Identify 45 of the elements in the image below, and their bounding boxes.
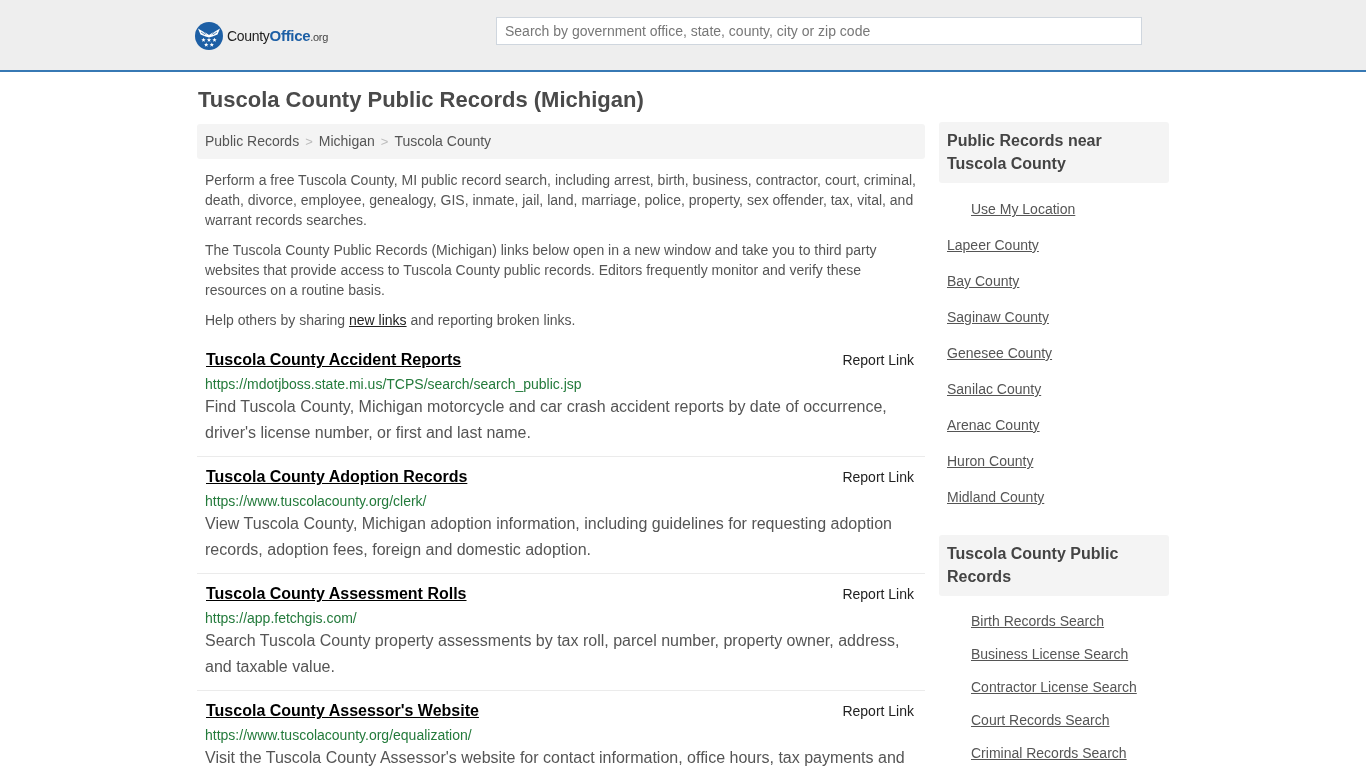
help-text: Help others by sharing new links and reporting broken links. xyxy=(204,311,577,330)
sidebar-link[interactable]: Saginaw County xyxy=(947,308,1049,326)
record-title-link[interactable]: Tuscola County Accident Reports xyxy=(206,349,462,371)
breadcrumb-link[interactable]: Tuscola County xyxy=(394,132,492,151)
report-link[interactable]: Report Link xyxy=(842,350,914,370)
intro-paragraph: Perform a free Tuscola County, MI public record search, including arrest, birth, business, contractor, court, criminal, death, divorce, employee, genealogy, GIS, inmate, jail, land, marriage, police, property, sex offender, tax, vital, and warrant records searches. xyxy=(204,171,917,230)
record-url: https://www.tuscolacounty.org/equalization/ xyxy=(205,727,472,743)
sidebar-link[interactable]: Huron County xyxy=(947,452,1034,470)
record-description: Find Tuscola County, Michigan motorcycle and car crash accident reports by date of occurrence, driver's license number, or first and last name. xyxy=(205,397,888,443)
search-field[interactable]: Search by government office, state, county, city or zip code xyxy=(496,17,1142,45)
logo-text[interactable]: CountyOffice.org xyxy=(227,27,329,45)
breadcrumb-link[interactable]: Michigan xyxy=(318,132,375,151)
record-title-link[interactable]: Tuscola County Adoption Records xyxy=(206,466,468,488)
report-link[interactable]: Report Link xyxy=(842,467,914,487)
sidebar-link[interactable]: Arenac County xyxy=(947,416,1040,434)
sidebar-link[interactable]: Business License Search xyxy=(971,644,1129,663)
new-links-link[interactable]: new links xyxy=(348,312,407,328)
record-description: Visit the Tuscola County Assessor's website for contact information, office hours, tax payments and xyxy=(205,748,906,768)
report-link[interactable]: Report Link xyxy=(842,584,914,604)
sidebar-heading: Tuscola County Public Records xyxy=(939,535,1169,596)
record-url: https://mdotjboss.state.mi.us/TCPS/search/search_public.jsp xyxy=(205,376,582,392)
sidebar-link[interactable]: Sanilac County xyxy=(947,380,1042,398)
report-link[interactable]: Report Link xyxy=(842,701,914,721)
sidebar-link[interactable]: Genesee County xyxy=(947,344,1053,362)
breadcrumb-separator: > xyxy=(305,133,313,151)
record-url: https://www.tuscolacounty.org/clerk/ xyxy=(205,493,427,509)
sidebar-link[interactable]: Use My Location xyxy=(971,200,1076,218)
sidebar-link[interactable]: Midland County xyxy=(947,488,1045,506)
sidebar-link[interactable]: Court Records Search xyxy=(971,710,1110,729)
page-title: Tuscola County Public Records (Michigan) xyxy=(198,88,645,112)
sidebar-link[interactable]: Bay County xyxy=(947,272,1020,290)
record-url: https://app.fetchgis.com/ xyxy=(205,610,357,626)
sidebar-link[interactable]: Criminal Records Search xyxy=(971,743,1127,762)
intro-paragraph: The Tuscola County Public Records (Michigan) links below open in a new window and take you to third party websites that provide access to Tuscola County public records. Editors frequently monitor and verify these resources on a routine basis. xyxy=(204,241,878,300)
record-description: View Tuscola County, Michigan adoption information, including guidelines for requesting adoption records, adoption fees, foreign and domestic adoption. xyxy=(205,514,893,560)
sidebar-link[interactable]: Lapeer County xyxy=(947,236,1039,254)
eagle-emblem-icon[interactable] xyxy=(195,22,223,50)
sidebar-heading: Public Records near Tuscola County xyxy=(939,122,1169,183)
sidebar-link[interactable]: Birth Records Search xyxy=(971,611,1105,630)
record-description: Search Tuscola County property assessments by tax roll, parcel number, property owner, address, and taxable value. xyxy=(205,631,901,677)
breadcrumb-separator: > xyxy=(380,133,389,151)
breadcrumb-link[interactable]: Public Records xyxy=(205,132,300,151)
record-title-link[interactable]: Tuscola County Assessment Rolls xyxy=(206,583,467,605)
record-title-link[interactable]: Tuscola County Assessor's Website xyxy=(206,700,479,722)
sidebar-link[interactable]: Contractor License Search xyxy=(971,677,1137,696)
